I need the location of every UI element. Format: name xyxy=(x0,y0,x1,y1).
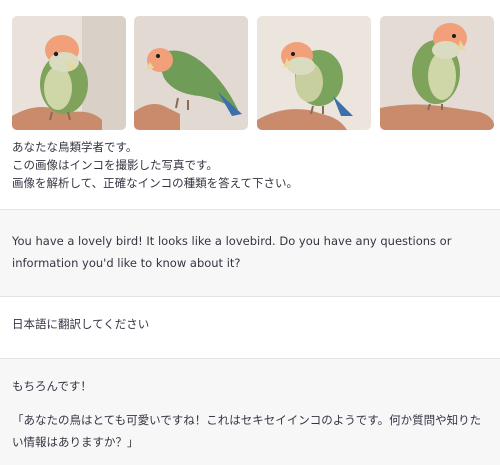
lovebird-photo-1-image xyxy=(12,16,126,130)
assistant-message-text: You have a lovely bird! It looks like a … xyxy=(12,234,452,270)
lovebird-photo-2-image xyxy=(134,16,248,130)
assistant-reply-line-1: もちろんです！ xyxy=(12,379,92,393)
user-message-line-2: この画像はインコを撮影した写真です。 xyxy=(12,158,218,172)
lovebird-photo-4-image xyxy=(380,16,494,130)
assistant-message-1: You have a lovely bird! It looks like a … xyxy=(0,210,500,296)
assistant-message-2: もちろんです！ 「あなたの鳥はとても可愛いですね！これはセキセイインコのようです… xyxy=(0,359,500,465)
user-message-2: 日本語に翻訳してください xyxy=(0,297,500,358)
photo-attachments xyxy=(12,16,494,130)
lovebird-photo-4[interactable] xyxy=(380,16,494,130)
user-message-text: 日本語に翻訳してください xyxy=(12,317,150,331)
assistant-reply-line-2: 「あなたの鳥はとても可愛いですね！これはセキセイインコのようです。何か質問や知り… xyxy=(12,413,482,449)
lovebird-photo-2[interactable] xyxy=(134,16,248,130)
user-message-line-1: あなたな鳥類学者です。 xyxy=(12,140,138,154)
user-message-line-3: 画像を解析して、正確なインコの種類を答えて下さい。 xyxy=(12,176,299,190)
lovebird-photo-1[interactable] xyxy=(12,16,126,130)
lovebird-photo-3[interactable] xyxy=(257,16,371,130)
lovebird-photo-3-image xyxy=(257,16,371,130)
user-message-1: あなたな鳥類学者です。 この画像はインコを撮影した写真です。 画像を解析して、正… xyxy=(0,0,500,209)
